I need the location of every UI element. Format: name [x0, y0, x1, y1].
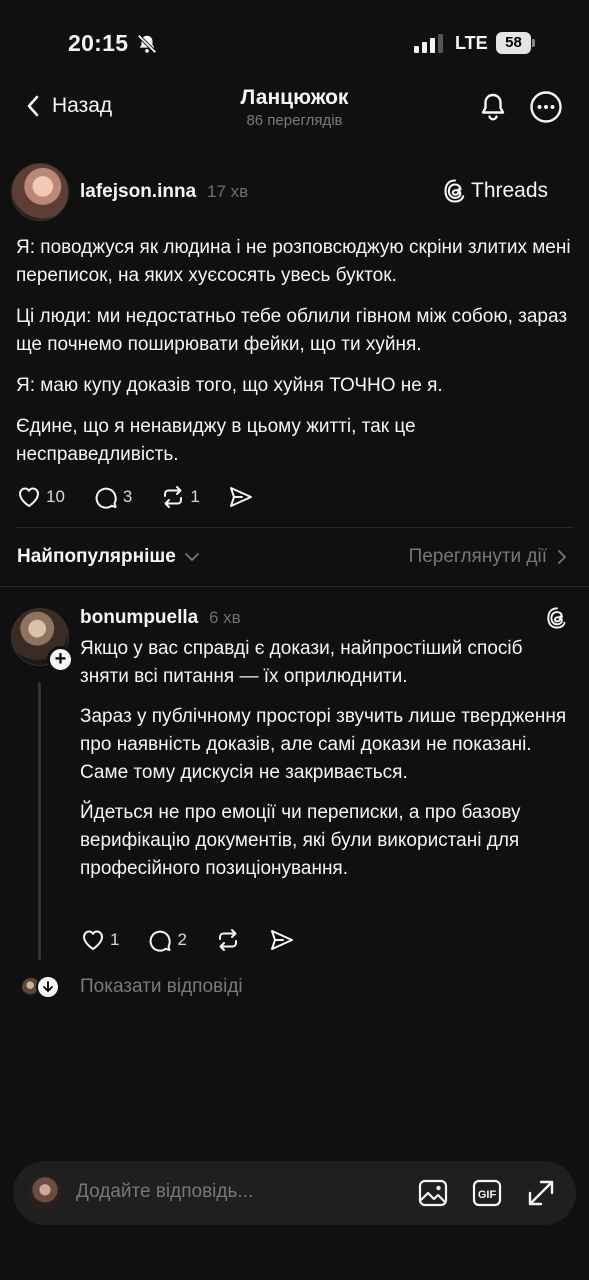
comment-icon [95, 487, 117, 509]
share-button[interactable] [269, 927, 295, 953]
status-time: 20:15 [68, 30, 129, 56]
threads-icon [444, 179, 465, 203]
repost-button[interactable]: 1 [160, 484, 200, 510]
repost-button[interactable] [215, 927, 241, 953]
threads-label: Threads [471, 179, 549, 202]
reply-text: Якщо у вас справді є докази, найпростіши… [80, 635, 576, 895]
show-replies-label: Показати відповіді [80, 976, 243, 997]
avatar [29, 1177, 61, 1209]
like-button[interactable]: 1 [80, 927, 119, 953]
repost-icon [164, 486, 183, 508]
bell-muted-icon [137, 34, 157, 54]
heart-icon [19, 487, 39, 507]
follow-button[interactable]: + [47, 646, 74, 673]
comment-count: 3 [122, 487, 133, 506]
bell-icon[interactable] [477, 91, 509, 123]
post-time: 17 хв [207, 182, 249, 201]
show-replies-button[interactable]: Показати відповіді [20, 975, 243, 999]
battery-level: 58 [496, 32, 531, 54]
nav-bar: Назад Ланцюжок 86 переглядів [0, 80, 589, 140]
post-text: Я: поводжуся як людина і не розповсюджую… [16, 234, 576, 482]
post-username[interactable]: lafejson.inna [80, 181, 196, 203]
post-paragraph: Я: поводжуся як людина і не розповсюджую… [16, 237, 571, 286]
post-paragraph: Я: маю купу доказів того, що хуйня ТОЧНО… [16, 375, 443, 396]
reply-paragraph: Якщо у вас справді є докази, найпростіши… [80, 638, 523, 687]
threads-link[interactable]: Threads [443, 178, 548, 204]
heart-icon [83, 930, 103, 950]
like-button[interactable]: 10 [16, 484, 65, 510]
repost-count: 1 [190, 487, 200, 506]
gif-icon[interactable]: GIF [471, 1177, 503, 1209]
chevron-right-icon [558, 550, 566, 564]
svg-text:GIF: GIF [478, 1189, 497, 1201]
comment-count: 2 [177, 930, 187, 949]
more-icon[interactable] [529, 90, 563, 124]
avatar[interactable] [11, 163, 69, 221]
divider [16, 527, 573, 528]
like-count: 10 [46, 487, 65, 506]
chevron-down-icon [184, 553, 199, 561]
signal-icon [414, 34, 443, 53]
sort-bar: Найпопулярніше Переглянути дії [0, 540, 589, 576]
send-icon [229, 487, 252, 507]
repost-icon [218, 929, 237, 951]
battery-icon: 58 [496, 32, 535, 54]
network-type: LTE [455, 33, 488, 53]
divider [0, 586, 589, 587]
send-icon [270, 930, 293, 950]
thread-line [38, 682, 41, 960]
like-count: 1 [110, 930, 120, 949]
post-actions: 10 3 1 [16, 484, 282, 510]
threads-icon[interactable] [546, 606, 568, 630]
reply-composer[interactable]: Додайте відповідь... GIF [13, 1161, 576, 1225]
sort-label: Найпопулярніше [17, 546, 176, 567]
reply-input-placeholder[interactable]: Додайте відповідь... [76, 1181, 253, 1203]
expand-icon[interactable] [525, 1177, 557, 1209]
share-button[interactable] [228, 484, 254, 510]
reply-paragraph: Йдеться не про емоції чи переписки, а пр… [80, 802, 521, 879]
reply-paragraph: Зараз у публічному просторі звучить лише… [80, 706, 567, 783]
comment-button[interactable]: 2 [147, 927, 187, 953]
reply-username[interactable]: bonumpuella [80, 607, 198, 629]
arrow-down-icon [36, 975, 60, 999]
sort-dropdown[interactable]: Найпопулярніше [17, 546, 200, 568]
status-bar: 20:15 LTE 58 [0, 0, 589, 80]
view-activity-link[interactable]: Переглянути дії [409, 546, 567, 568]
post-paragraph: Єдине, що я ненавиджу в цьому житті, так… [16, 416, 416, 465]
reply-time: 6 хв [209, 608, 241, 627]
image-icon[interactable] [417, 1177, 449, 1209]
comment-icon [150, 930, 172, 952]
post-paragraph: Ці люди: ми недостатньо тебе облили гівн… [16, 306, 568, 355]
comment-button[interactable]: 3 [93, 484, 132, 510]
view-activity-label: Переглянути дії [408, 546, 547, 567]
reply-actions: 1 2 [80, 927, 323, 953]
